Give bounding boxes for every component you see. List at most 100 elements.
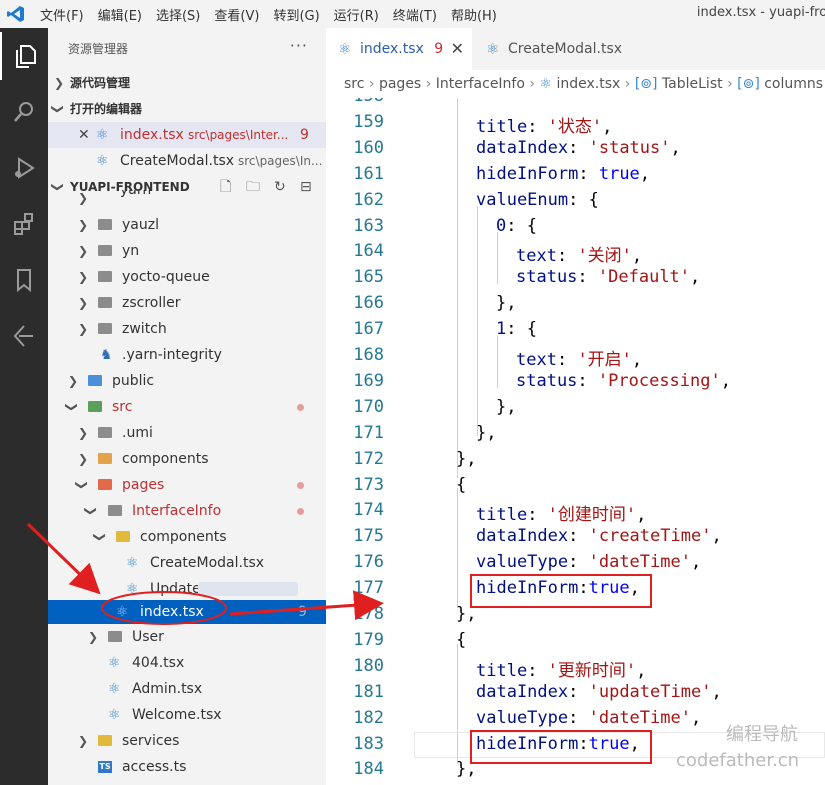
- tree-item-yocto-queue[interactable]: ❯ yocto-queue: [48, 264, 326, 290]
- breadcrumb-item[interactable]: index.tsx: [556, 76, 620, 92]
- code-line: valueType: 'dateTime',: [476, 707, 702, 728]
- code-line: 0: {: [496, 215, 537, 236]
- line-number: 158: [326, 98, 384, 106]
- tree-item-zscroller[interactable]: ❯ zscroller: [48, 290, 326, 316]
- tree-item-components[interactable]: ❯ components: [48, 446, 326, 472]
- tree-item-yn[interactable]: ❯ yn: [48, 238, 326, 264]
- line-number: 177: [353, 578, 384, 599]
- open-editors-section[interactable]: ❯ 打开的编辑器: [48, 96, 326, 122]
- chevron-down-icon: ❯: [84, 505, 99, 517]
- code-line: title: '更新时间',: [476, 660, 647, 681]
- tab-createmodal[interactable]: ⚛ CreateModal.tsx: [474, 28, 658, 70]
- line-number: 162: [353, 189, 384, 210]
- yarn-icon: ♞: [100, 347, 113, 363]
- blurred-region: [198, 582, 298, 596]
- open-editor-index[interactable]: ✕ ⚛ index.tsx src\pages\Inter... 9: [48, 122, 326, 148]
- tree-label: InterfaceInfo: [132, 503, 222, 519]
- close-icon[interactable]: ✕: [451, 28, 464, 70]
- code-editor[interactable]: 158 159 title: '状态', 160 dataIndex: 'status'…: [326, 98, 825, 785]
- folder-icon: [98, 245, 112, 256]
- tree-item-public[interactable]: ❯ public: [48, 368, 326, 394]
- problem-badge: 9: [434, 41, 444, 57]
- tree-item-pages[interactable]: ❯ pages: [48, 472, 326, 498]
- open-editor-createmodal[interactable]: ⚛ CreateModal.tsx src\pages\In...: [48, 148, 326, 174]
- tree-label: yarn: [120, 190, 152, 198]
- folder-icon: [98, 735, 112, 746]
- tree-label: pages: [122, 477, 165, 493]
- breadcrumb: src › pages › InterfaceInfo › ⚛ index.ts…: [326, 70, 825, 98]
- source-control-section[interactable]: ❯ 源代码管理: [48, 70, 326, 96]
- tree-item-zwitch[interactable]: ❯ zwitch: [48, 316, 326, 342]
- chevron-right-icon: ❯: [78, 296, 89, 310]
- menu-help[interactable]: 帮助(H): [451, 5, 497, 24]
- breadcrumb-item[interactable]: src: [344, 76, 364, 92]
- close-icon[interactable]: ✕: [78, 122, 90, 148]
- code-line: },: [496, 396, 517, 417]
- tree-item-update[interactable]: ⚛ Update: [48, 576, 326, 602]
- tree-label: src: [112, 399, 133, 415]
- code-line: },: [496, 293, 517, 314]
- folder-icon: [88, 401, 102, 412]
- search-icon[interactable]: [0, 88, 48, 136]
- run-debug-icon[interactable]: [0, 144, 48, 192]
- tree-item-createmodal[interactable]: ⚛ CreateModal.tsx: [48, 550, 326, 576]
- modified-dot: [297, 482, 304, 489]
- menu-selection[interactable]: 选择(S): [156, 5, 200, 24]
- tree-item-interfaceinfo[interactable]: ❯ InterfaceInfo: [48, 498, 326, 524]
- code-line: {: [456, 629, 467, 650]
- menu-file[interactable]: 文件(F): [40, 5, 84, 24]
- tree-item-404[interactable]: ⚛ 404.tsx: [48, 650, 326, 676]
- chevron-down-icon: ❯: [75, 479, 90, 491]
- menu-run[interactable]: 运行(R): [334, 5, 379, 24]
- code-line: text: '开启',: [516, 350, 643, 370]
- tree-item-umi[interactable]: ❯ .umi: [48, 420, 326, 446]
- folder-icon: [98, 219, 112, 230]
- menu-terminal[interactable]: 终端(T): [393, 5, 437, 24]
- tab-label: CreateModal.tsx: [508, 41, 623, 57]
- tree-item-yauzl[interactable]: ❯ yauzl: [48, 212, 326, 238]
- tree-item-access[interactable]: TS access.ts: [48, 754, 326, 780]
- chevron-right-icon: ❯: [78, 452, 89, 466]
- code-line: valueEnum: {: [476, 189, 599, 210]
- menu-go[interactable]: 转到(G): [273, 5, 319, 24]
- folder-icon: [108, 631, 122, 642]
- tree-label: Admin.tsx: [132, 681, 203, 697]
- tree-item-admin[interactable]: ⚛ Admin.tsx: [48, 676, 326, 702]
- explorer-icon[interactable]: [0, 32, 50, 80]
- tree-item-inner-components[interactable]: ❯ components: [48, 524, 326, 550]
- menu-edit[interactable]: 编辑(E): [98, 5, 142, 24]
- activity-bar: [0, 28, 48, 785]
- watermark-en: codefather.cn: [676, 750, 800, 771]
- tree-item-yarn[interactable]: ❯ yarn: [48, 190, 326, 206]
- folder-icon: [108, 505, 122, 516]
- chevron-right-icon: ❯: [78, 244, 89, 258]
- tree-item-src[interactable]: ❯ src: [48, 394, 326, 420]
- git-graph-icon[interactable]: [0, 312, 48, 360]
- react-file-icon: ⚛: [539, 76, 553, 92]
- more-actions-icon[interactable]: ···: [290, 36, 308, 55]
- tree-item-yarn-integrity[interactable]: ♞ .yarn-integrity: [48, 342, 326, 368]
- breadcrumb-item[interactable]: TableList: [662, 76, 723, 92]
- chevron-right-icon: ❯: [78, 270, 89, 284]
- chevron-right-icon: ❯: [78, 191, 89, 205]
- breadcrumb-item[interactable]: InterfaceInfo: [436, 76, 525, 92]
- extensions-icon[interactable]: [0, 200, 48, 248]
- folder-icon: [98, 323, 112, 334]
- folder-icon: [98, 297, 112, 308]
- line-number: 184: [353, 759, 384, 780]
- breadcrumb-item[interactable]: columns: [764, 76, 823, 92]
- tree-label: .yarn-integrity: [122, 347, 222, 363]
- tab-index[interactable]: ⚛ index.tsx 9 ✕: [326, 28, 472, 70]
- tree-item-index-selected[interactable]: ⚛ index.tsx 9: [48, 600, 326, 624]
- tree-item-welcome[interactable]: ⚛ Welcome.tsx: [48, 702, 326, 728]
- folder-icon: [98, 271, 112, 282]
- explorer-sidebar: 资源管理器 ··· ❯ 源代码管理 ❯ 打开的编辑器 ✕ ⚛ index.tsx…: [48, 28, 326, 785]
- breadcrumb-item[interactable]: pages: [379, 76, 421, 92]
- tree-item-user[interactable]: ❯ User: [48, 624, 326, 650]
- line-number: 179: [353, 629, 384, 650]
- tree-label: zwitch: [122, 321, 167, 337]
- folder-icon: [98, 427, 112, 438]
- bookmark-icon[interactable]: [0, 256, 48, 304]
- tree-item-services[interactable]: ❯ services: [48, 728, 326, 754]
- menu-view[interactable]: 查看(V): [214, 5, 259, 24]
